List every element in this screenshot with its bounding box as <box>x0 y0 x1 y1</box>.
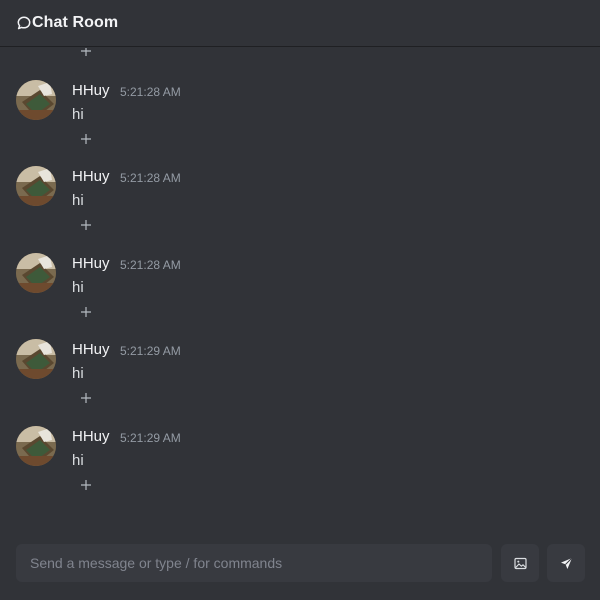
image-icon <box>513 557 527 570</box>
send-button[interactable] <box>547 544 585 582</box>
message-author[interactable]: HHuy <box>72 168 110 185</box>
avatar[interactable] <box>16 80 56 120</box>
message-text: hi <box>72 106 84 123</box>
message-author[interactable]: HHuy <box>72 428 110 445</box>
message-composer <box>16 544 492 582</box>
message-text: hi <box>72 279 84 296</box>
attach-image-button[interactable] <box>501 544 539 582</box>
chat-app: Chat Room HHuy 5:21:28 AM hi HHuy 5:21:2… <box>0 0 600 600</box>
avatar[interactable] <box>16 426 56 466</box>
message-author[interactable]: HHuy <box>72 341 110 358</box>
message-text: hi <box>72 452 84 469</box>
send-icon <box>560 557 573 570</box>
avatar[interactable] <box>16 253 56 293</box>
message-list[interactable]: HHuy 5:21:28 AM hi HHuy 5:21:28 AM hi HH… <box>0 48 600 528</box>
message-timestamp: 5:21:28 AM <box>120 258 181 272</box>
avatar[interactable] <box>16 166 56 206</box>
message-item: HHuy 5:21:28 AM hi <box>0 221 600 317</box>
plus-icon[interactable] <box>79 478 93 492</box>
message-timestamp: 5:21:28 AM <box>120 171 181 185</box>
message-author[interactable]: HHuy <box>72 255 110 272</box>
message-author[interactable]: HHuy <box>72 82 110 99</box>
message-item: HHuy 5:21:29 AM hi <box>0 394 600 490</box>
message-text: hi <box>72 365 84 382</box>
message-timestamp: 5:21:29 AM <box>120 344 181 358</box>
message-input[interactable] <box>28 554 492 572</box>
message-text: hi <box>72 192 84 209</box>
chat-bubble-icon <box>17 16 31 30</box>
message-item: HHuy 5:21:29 AM hi <box>0 307 600 403</box>
avatar[interactable] <box>16 339 56 379</box>
page-title: Chat Room <box>32 14 119 31</box>
chat-header: Chat Room <box>0 0 600 47</box>
message-timestamp: 5:21:28 AM <box>120 85 181 99</box>
message-timestamp: 5:21:29 AM <box>120 431 181 445</box>
message-item: HHuy 5:21:28 AM hi <box>0 134 600 230</box>
message-item: HHuy 5:21:28 AM hi <box>0 48 600 144</box>
